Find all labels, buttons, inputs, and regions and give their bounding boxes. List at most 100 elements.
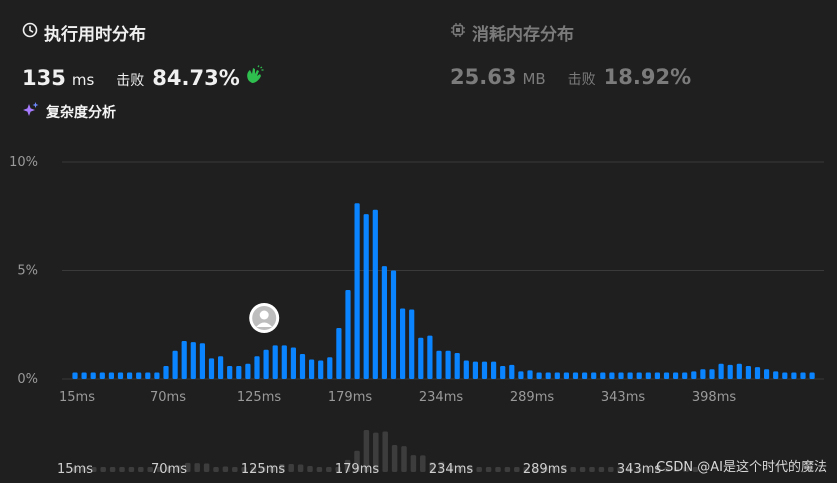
runtime-bar[interactable] — [208, 358, 215, 379]
runtime-value: 135 — [22, 66, 66, 90]
runtime-bar[interactable] — [245, 363, 251, 379]
runtime-bar[interactable] — [472, 361, 478, 379]
runtime-bar[interactable] — [345, 290, 351, 379]
x-tick-label: 125ms — [237, 390, 281, 405]
runtime-bar[interactable] — [673, 372, 679, 379]
overview-bar — [382, 431, 388, 472]
runtime-bar[interactable] — [736, 363, 742, 379]
runtime-bar[interactable] — [199, 343, 205, 379]
runtime-bar[interactable] — [582, 372, 588, 379]
runtime-bar[interactable] — [645, 372, 651, 379]
runtime-bar[interactable] — [782, 372, 788, 379]
runtime-bar[interactable] — [427, 335, 433, 379]
runtime-bar[interactable] — [390, 270, 397, 380]
runtime-bar[interactable] — [99, 372, 105, 379]
runtime-bar[interactable] — [682, 372, 688, 379]
runtime-bar[interactable] — [481, 361, 488, 379]
runtime-bar[interactable] — [800, 372, 806, 379]
runtime-title: 执行用时分布 — [22, 20, 146, 45]
runtime-bar[interactable] — [409, 309, 415, 379]
x-tick-label: 289ms — [510, 390, 554, 405]
runtime-bar[interactable] — [318, 360, 324, 379]
runtime-bar[interactable] — [108, 372, 114, 379]
runtime-bar[interactable] — [518, 371, 524, 379]
runtime-bar[interactable] — [309, 359, 315, 379]
runtime-bar[interactable] — [791, 372, 797, 379]
runtime-bar[interactable] — [227, 365, 233, 379]
runtime-bar[interactable] — [491, 361, 497, 379]
runtime-bar[interactable] — [636, 372, 642, 379]
runtime-bar[interactable] — [336, 328, 342, 379]
runtime-bar[interactable] — [127, 372, 133, 379]
runtime-bar[interactable] — [290, 347, 296, 379]
runtime-bar[interactable] — [591, 372, 597, 379]
complexity-analysis-button[interactable]: 复杂度分析 — [22, 101, 116, 123]
runtime-bar[interactable] — [773, 371, 779, 379]
runtime-bar[interactable] — [509, 364, 515, 379]
runtime-bar[interactable] — [254, 356, 260, 379]
runtime-bar[interactable] — [445, 350, 451, 379]
runtime-bar[interactable] — [136, 372, 142, 379]
memory-title: 消耗内存分布 — [450, 20, 574, 45]
runtime-bar[interactable] — [263, 349, 269, 379]
runtime-bar[interactable] — [663, 372, 670, 379]
runtime-bar[interactable] — [354, 203, 360, 379]
runtime-bar[interactable] — [181, 341, 187, 379]
runtime-bar[interactable] — [563, 372, 569, 379]
runtime-bar[interactable] — [600, 372, 606, 379]
runtime-bar[interactable] — [400, 308, 406, 379]
runtime-bar[interactable] — [754, 367, 761, 379]
overview-bar — [401, 446, 407, 472]
runtime-bar[interactable] — [363, 214, 369, 379]
y-tick-label: 5% — [17, 264, 38, 279]
runtime-bar[interactable] — [418, 337, 424, 379]
runtime-bar[interactable] — [81, 372, 87, 379]
runtime-bar[interactable] — [327, 357, 333, 379]
runtime-bar[interactable] — [727, 364, 733, 379]
runtime-bar[interactable] — [745, 365, 751, 379]
runtime-bar[interactable] — [627, 372, 633, 379]
runtime-bar[interactable] — [154, 372, 160, 379]
runtime-bar[interactable] — [718, 363, 724, 379]
runtime-bar[interactable] — [545, 372, 551, 379]
overview-bar — [288, 463, 294, 472]
runtime-bar[interactable] — [117, 372, 124, 379]
runtime-bar[interactable] — [700, 369, 706, 379]
runtime-bar[interactable] — [163, 365, 169, 379]
runtime-bar[interactable] — [500, 365, 506, 379]
runtime-bar[interactable] — [172, 350, 178, 379]
runtime-bar[interactable] — [281, 345, 287, 379]
runtime-distribution-chart[interactable]: 10% 5% 0% 15ms 70ms 125ms 179ms 234ms 289ms 343m… — [0, 140, 837, 410]
memory-section[interactable]: 消耗内存分布 — [450, 20, 574, 45]
runtime-bar[interactable] — [145, 372, 151, 379]
runtime-bar[interactable] — [609, 372, 615, 379]
runtime-bar[interactable] — [190, 342, 196, 379]
runtime-bar[interactable] — [381, 266, 387, 379]
runtime-bar[interactable] — [527, 370, 533, 379]
runtime-bar[interactable] — [272, 345, 278, 379]
runtime-bar[interactable] — [536, 372, 542, 379]
runtime-bar[interactable] — [709, 369, 715, 379]
runtime-bar[interactable] — [691, 371, 697, 379]
runtime-bar[interactable] — [554, 372, 560, 379]
runtime-bar[interactable] — [572, 372, 579, 379]
chip-icon — [450, 22, 466, 43]
runtime-bar[interactable] — [454, 352, 460, 379]
runtime-bar[interactable] — [90, 372, 96, 379]
runtime-section[interactable]: 执行用时分布 — [22, 20, 146, 45]
runtime-bar[interactable] — [618, 372, 624, 379]
y-tick-label: 10% — [9, 155, 38, 170]
runtime-bar[interactable] — [764, 369, 770, 379]
x-tick-label: 234ms — [419, 390, 463, 405]
overview-bar — [495, 467, 501, 472]
runtime-bar[interactable] — [654, 372, 660, 379]
runtime-bar[interactable] — [372, 209, 378, 379]
runtime-bar[interactable] — [218, 356, 224, 379]
runtime-bar[interactable] — [463, 360, 469, 379]
runtime-bar[interactable] — [299, 354, 306, 379]
runtime-bar[interactable] — [72, 372, 78, 379]
overview-bar — [119, 467, 125, 472]
runtime-bar[interactable] — [809, 372, 815, 379]
runtime-bar[interactable] — [436, 350, 442, 379]
runtime-bar[interactable] — [236, 365, 242, 379]
